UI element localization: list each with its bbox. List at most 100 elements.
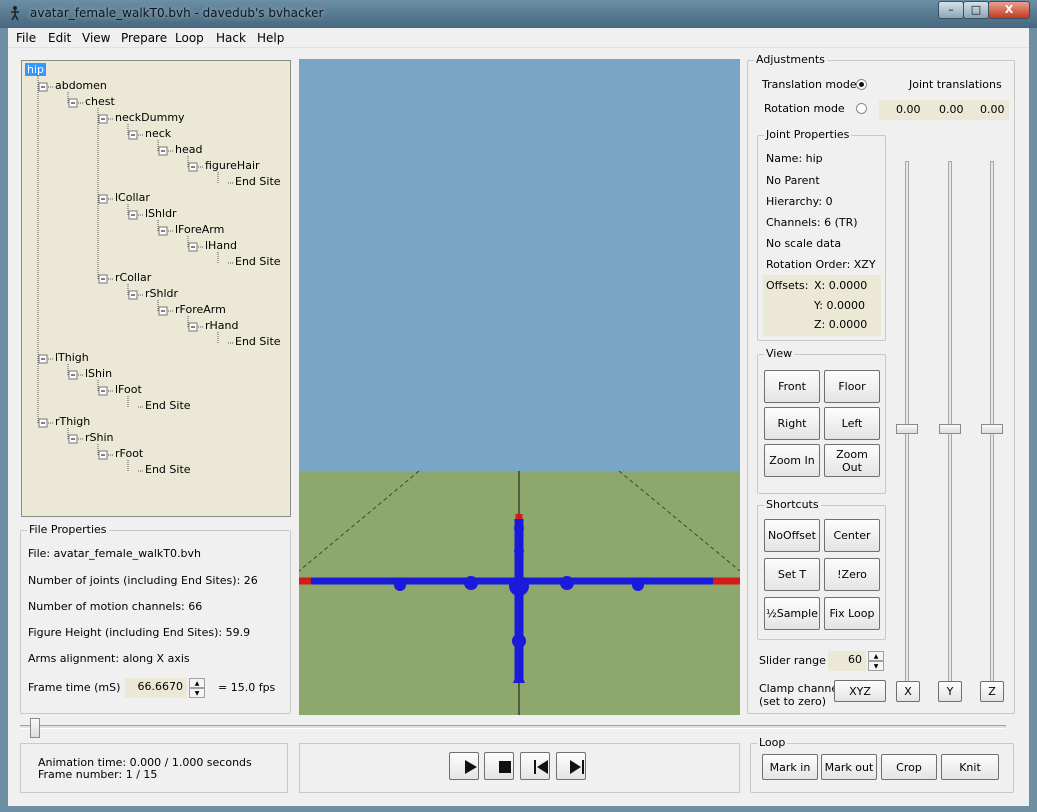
- tree-node[interactable]: abdomen: [55, 79, 107, 92]
- menu-hack[interactable]: Hack: [216, 31, 246, 45]
- tree-node[interactable]: figureHair: [205, 159, 260, 172]
- tree-node[interactable]: lCollar: [115, 191, 150, 204]
- tree-node-label: lShldr: [145, 207, 177, 220]
- tree-node[interactable]: lHand: [205, 239, 237, 252]
- tree-node[interactable]: lFoot: [115, 383, 142, 396]
- tree-node[interactable]: rHand: [205, 319, 239, 332]
- menu-loop[interactable]: Loop: [175, 31, 204, 45]
- tree-node[interactable]: rThigh: [55, 415, 90, 428]
- menu-view[interactable]: View: [82, 31, 110, 45]
- slider-y-thumb[interactable]: [939, 424, 961, 434]
- joint-rshldr: [560, 576, 574, 590]
- tree-node[interactable]: rShin: [85, 431, 114, 444]
- half-sample-button[interactable]: ½Sample: [764, 597, 820, 630]
- clamp-y-button[interactable]: Y: [938, 681, 962, 702]
- joint-properties-group: Joint Properties Name: hip No Parent Hie…: [757, 128, 886, 341]
- joint-tree[interactable]: hip abdomen chest neckDummy neck head figureHa…: [21, 60, 291, 517]
- slider-z-thumb[interactable]: [981, 424, 1003, 434]
- app-window: avatar_female_walkT0.bvh - davedub's bvh…: [0, 0, 1037, 812]
- nooffset-button[interactable]: NoOffset: [764, 519, 820, 552]
- tree-node-label: lShin: [85, 367, 113, 380]
- translation-x-value: 0.00: [896, 103, 921, 116]
- file-name-label: File: avatar_female_walkT0.bvh: [28, 547, 201, 560]
- tree-node[interactable]: lForeArm: [175, 223, 224, 236]
- clamp-x-button[interactable]: X: [896, 681, 920, 702]
- slider-range-spin-down-icon[interactable]: ▼: [868, 661, 884, 671]
- view-left-button[interactable]: Left: [824, 407, 880, 440]
- frame-time-spin-up-icon[interactable]: ▲: [189, 678, 205, 688]
- crop-button[interactable]: Crop: [881, 754, 937, 780]
- mark-out-button[interactable]: Mark out: [821, 754, 877, 780]
- menu-file[interactable]: File: [16, 31, 36, 45]
- timeline-slider-track[interactable]: [20, 725, 1006, 729]
- tree-node-label: End Site: [145, 463, 191, 476]
- tree-node[interactable]: lShldr: [145, 207, 177, 220]
- tree-node[interactable]: rCollar: [115, 271, 151, 284]
- zoom-out-button[interactable]: Zoom Out: [824, 444, 880, 477]
- clamp-xyz-button[interactable]: XYZ: [834, 680, 886, 702]
- play-button[interactable]: [449, 752, 479, 780]
- window-title: avatar_female_walkT0.bvh - davedub's bvh…: [30, 6, 324, 20]
- tree-node-label: rShin: [85, 431, 114, 444]
- knit-button[interactable]: Knit: [941, 754, 999, 780]
- rotation-mode-radio[interactable]: [856, 103, 867, 114]
- clamp-channel-label: Clamp channel: [759, 682, 842, 695]
- view-right-button[interactable]: Right: [764, 407, 820, 440]
- timeline-slider-thumb[interactable]: [30, 718, 40, 738]
- title-bar[interactable]: avatar_female_walkT0.bvh - davedub's bvh…: [0, 0, 1037, 28]
- slider-x-thumb[interactable]: [896, 424, 918, 434]
- tree-node[interactable]: hip: [25, 63, 47, 76]
- zoom-in-button[interactable]: Zoom In: [764, 444, 820, 477]
- offsets-label: Offsets:: [766, 279, 809, 292]
- fix-loop-button[interactable]: Fix Loop: [824, 597, 880, 630]
- menu-help[interactable]: Help: [257, 31, 284, 45]
- frame-time-input[interactable]: 66.6670: [125, 678, 187, 698]
- tree-node[interactable]: head: [175, 143, 202, 156]
- mark-in-button[interactable]: Mark in: [762, 754, 818, 780]
- frame-time-spin-down-icon[interactable]: ▼: [189, 688, 205, 698]
- tree-node[interactable]: rShldr: [145, 287, 178, 300]
- maximize-button[interactable]: □: [963, 1, 989, 19]
- tree-node-label: rForeArm: [175, 303, 226, 316]
- skip-to-end-button[interactable]: [556, 752, 586, 780]
- menu-prepare[interactable]: Prepare: [121, 31, 167, 45]
- tree-node[interactable]: chest: [85, 95, 115, 108]
- slider-range-spin-up-icon[interactable]: ▲: [868, 651, 884, 661]
- animation-status-panel: Animation time: 0.000 / 1.000 seconds Fr…: [20, 743, 288, 793]
- slider-range-input[interactable]: 60: [828, 651, 866, 671]
- skeleton-viewport[interactable]: [299, 59, 740, 715]
- tree-node-label: lForeArm: [175, 223, 225, 236]
- menu-edit[interactable]: Edit: [48, 31, 71, 45]
- joint-scale-label: No scale data: [766, 237, 842, 250]
- tree-node-label: End Site: [145, 399, 191, 412]
- tree-node[interactable]: rForeArm: [175, 303, 226, 316]
- stop-button[interactable]: [484, 752, 514, 780]
- translation-mode-radio[interactable]: [856, 79, 867, 90]
- slider-range-label: Slider range ±: [759, 654, 839, 667]
- izero-button[interactable]: !Zero: [824, 558, 880, 591]
- tree-node[interactable]: End Site: [235, 175, 281, 188]
- tree-node[interactable]: End Site: [145, 399, 191, 412]
- joint-properties-title: Joint Properties: [764, 128, 852, 141]
- tree-node-label: End Site: [235, 255, 281, 268]
- minimize-button[interactable]: –: [938, 1, 964, 19]
- center-button[interactable]: Center: [824, 519, 880, 552]
- tree-node[interactable]: End Site: [235, 335, 281, 348]
- skip-to-start-button[interactable]: [520, 752, 550, 780]
- tree-node[interactable]: lShin: [85, 367, 112, 380]
- tree-node[interactable]: End Site: [235, 255, 281, 268]
- view-floor-button[interactable]: Floor: [824, 370, 880, 403]
- view-front-button[interactable]: Front: [764, 370, 820, 403]
- set-t-button[interactable]: Set T: [764, 558, 820, 591]
- offset-x-value: X: 0.0000: [814, 279, 868, 292]
- tree-node[interactable]: rFoot: [115, 447, 143, 460]
- tree-node-label: rCollar: [115, 271, 152, 284]
- tree-node[interactable]: neckDummy: [115, 111, 185, 124]
- close-button[interactable]: X: [988, 1, 1030, 19]
- tree-node[interactable]: End Site: [145, 463, 191, 476]
- stop-icon: [499, 761, 511, 773]
- clamp-z-button[interactable]: Z: [980, 681, 1004, 702]
- tree-node[interactable]: lThigh: [55, 351, 89, 364]
- arms-alignment-label: Arms alignment: along X axis: [28, 652, 190, 665]
- tree-node[interactable]: neck: [145, 127, 171, 140]
